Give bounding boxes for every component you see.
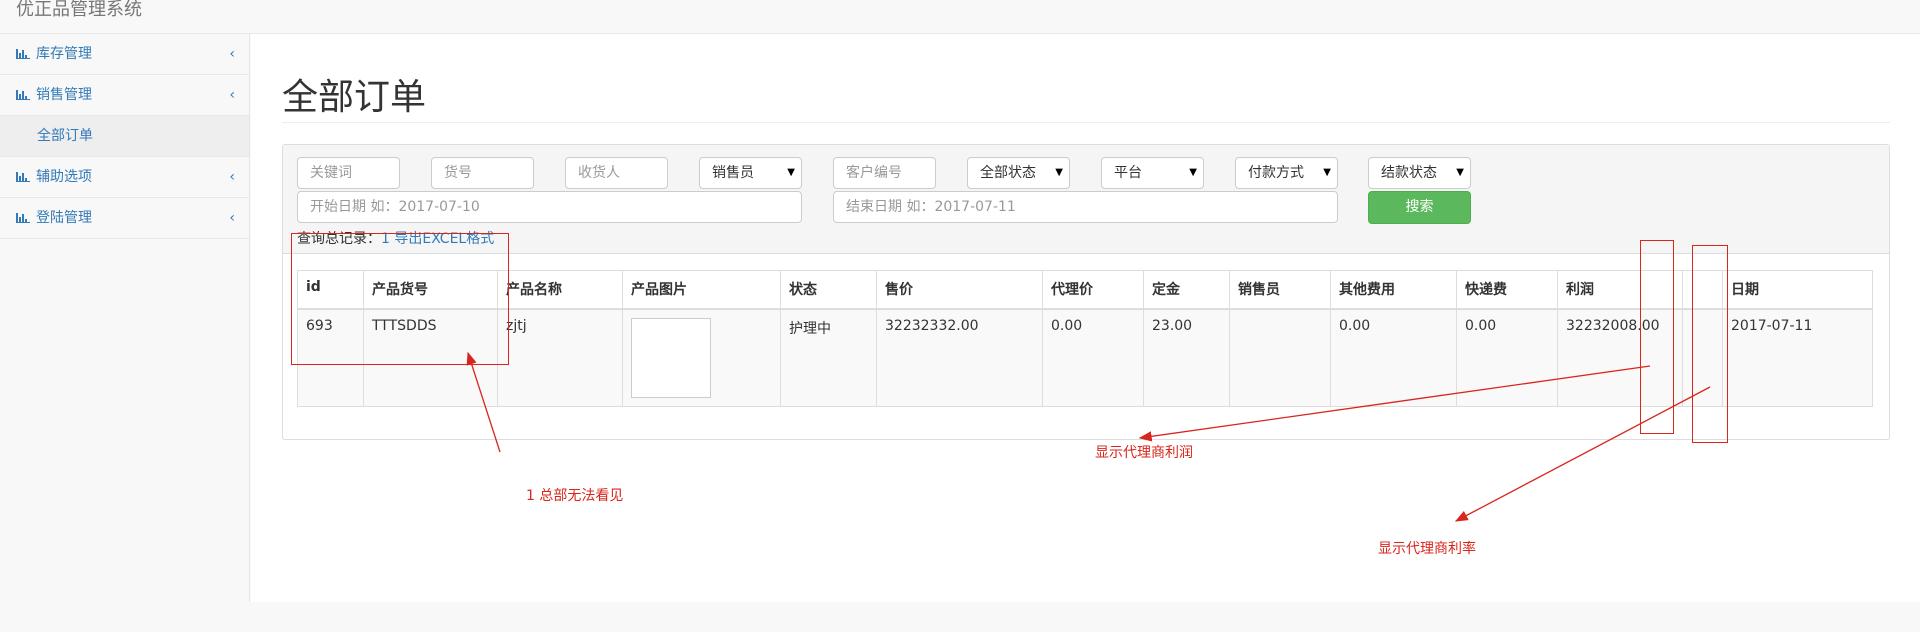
annotation-arrows [466, 351, 1711, 522]
annotation-note: 显示代理商利润 [1095, 445, 1193, 461]
annotation-note: 显示代理商利率 [1378, 541, 1476, 557]
arrow-line [466, 351, 501, 453]
annotation-note: 1 总部无法看见 [526, 488, 624, 504]
arrow-line [1138, 365, 1651, 442]
arrow-line [1454, 386, 1711, 522]
